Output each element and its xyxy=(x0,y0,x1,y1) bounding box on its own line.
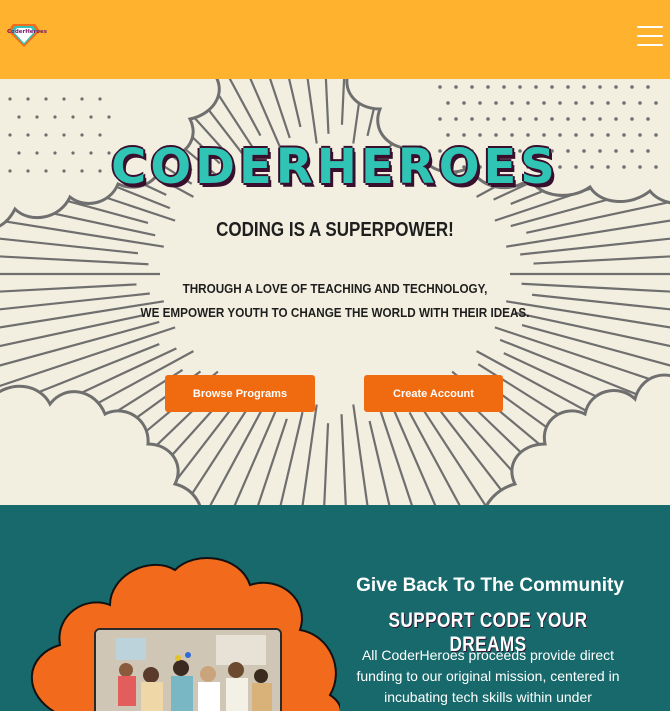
hero-description: THROUGH A LOVE OF TEACHING AND TECHNOLOG… xyxy=(34,277,637,325)
hero-description-line2: WE EMPOWER YOUTH TO CHANGE THE WORLD WIT… xyxy=(140,305,530,320)
logo-text: CoderHeroes xyxy=(7,29,48,35)
coderheroes-logo[interactable]: CoderHeroes xyxy=(7,22,48,48)
site-header: CoderHeroes xyxy=(0,0,670,79)
browse-programs-button[interactable]: Browse Programs xyxy=(165,375,315,412)
create-account-button[interactable]: Create Account xyxy=(364,375,503,412)
community-heading: Give Back To The Community xyxy=(356,575,624,596)
hero-description-line1: THROUGH A LOVE OF TEACHING AND TECHNOLOG… xyxy=(182,281,488,296)
hero-tagline: CODING IS A SUPERPOWER! xyxy=(216,219,454,241)
students-photo xyxy=(94,628,282,711)
hamburger-menu-icon[interactable] xyxy=(637,26,663,46)
community-section: Give Back To The Community SUPPORT CODE … xyxy=(0,505,670,711)
community-body-text: All CoderHeroes proceeds provide direct … xyxy=(356,647,620,705)
hero-section: CODERHEROES CODING IS A SUPERPOWER! THRO… xyxy=(0,79,670,505)
hero-title: CODERHEROES xyxy=(111,139,559,195)
